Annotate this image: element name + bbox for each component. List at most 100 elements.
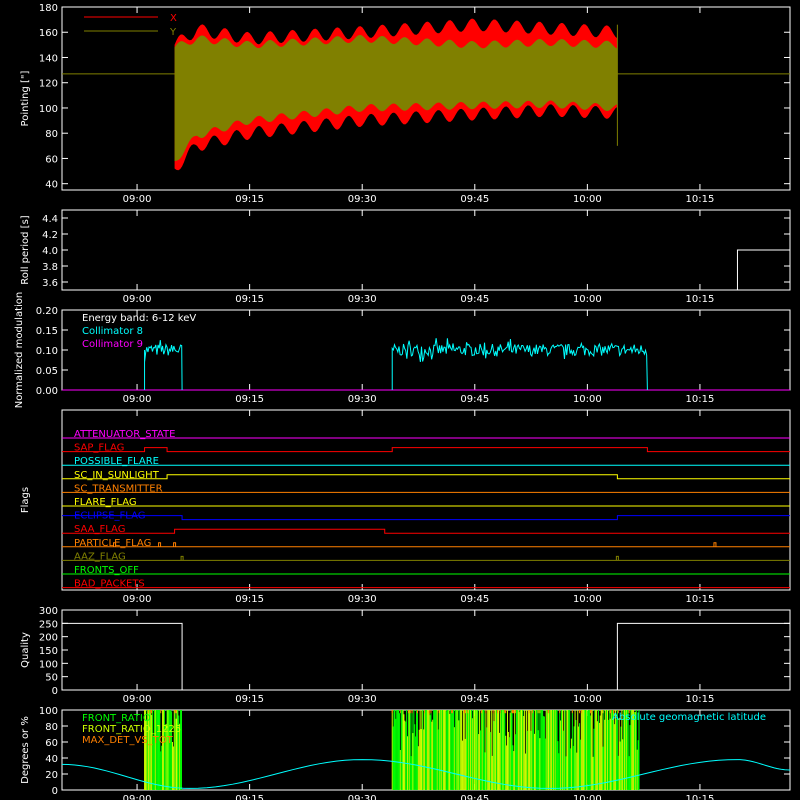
x-tick-label-quality: 09:30 <box>348 694 377 705</box>
x-tick-label-modulation: 09:30 <box>348 394 377 405</box>
x-tick-label-modulation: 09:45 <box>460 394 489 405</box>
x-tick-label-ratios: 09:30 <box>348 794 377 800</box>
y-tick-label-roll: 4.0 <box>42 246 58 257</box>
x-tick-label-pointing: 09:15 <box>235 194 264 205</box>
x-tick-label-ratios: 09:15 <box>235 794 264 800</box>
x-tick-label-quality: 09:00 <box>123 694 152 705</box>
flag-sap-flag-line <box>62 447 790 453</box>
x-tick-label-quality: 09:45 <box>460 694 489 705</box>
x-tick-label-pointing: 09:45 <box>460 194 489 205</box>
roll-period-line <box>736 249 790 290</box>
x-tick-label-ratios: 10:15 <box>686 794 715 800</box>
flag-possible-flare-label: POSSIBLE_FLARE <box>74 456 159 467</box>
y-tick-label-ratios: 80 <box>45 722 58 733</box>
y-tick-label-ratios: 0 <box>52 786 58 797</box>
x-tick-label-ratios: 10:00 <box>573 794 602 800</box>
flag-sc-transmitter-label: SC_TRANSMITTER <box>74 483 163 494</box>
energy-band-annotation: Energy band: 6-12 keV <box>82 313 196 324</box>
x-tick-label-flags: 09:15 <box>235 594 264 605</box>
flag-aaz-flag-spike <box>180 555 184 561</box>
x-tick-label-roll: 09:15 <box>235 294 264 305</box>
y-axis-label-flags: Flags <box>20 487 31 513</box>
x-tick-label-modulation: 10:15 <box>686 394 715 405</box>
y-tick-label-ratios: 100 <box>39 706 58 717</box>
flag-fronts-off-label: FRONTS_OFF <box>74 565 139 576</box>
y-axis-label-ratios: Degrees or % <box>20 716 31 784</box>
x-tick-label-roll: 09:00 <box>123 294 152 305</box>
x-tick-label-modulation: 09:00 <box>123 394 152 405</box>
y-tick-label-modulation: 0.20 <box>36 306 58 317</box>
y-axis-label-modulation: Normalized modulation <box>14 292 25 409</box>
flag-particle-flag-spike <box>713 542 717 547</box>
x-tick-label-flags: 09:45 <box>460 594 489 605</box>
x-tick-label-pointing: 10:00 <box>573 194 602 205</box>
y-axis-label-pointing: Pointing ["] <box>20 70 31 126</box>
flag-particle-flag-spike <box>173 542 177 547</box>
geomagnetic-latitude-label: Absolute geomagnetic latitude <box>612 712 766 723</box>
y-tick-label-roll: 4.4 <box>42 214 58 225</box>
panel-frame-roll <box>61 209 791 291</box>
y-tick-label-pointing: 40 <box>45 180 58 191</box>
collimator-8-segment <box>391 338 648 391</box>
y-tick-label-quality: 200 <box>39 633 58 644</box>
x-tick-label-roll: 10:15 <box>686 294 715 305</box>
x-tick-label-modulation: 10:00 <box>573 394 602 405</box>
x-tick-label-flags: 09:30 <box>348 594 377 605</box>
x-tick-label-ratios: 09:00 <box>123 794 152 800</box>
flag-particle-flag-spike <box>158 542 162 547</box>
flag-eclipse-flag-line <box>62 515 790 521</box>
legend-max-det-vs-tot: MAX_DET_VS_TOT <box>82 735 174 746</box>
y-tick-label-quality: 100 <box>39 659 58 670</box>
y-tick-label-ratios: 60 <box>45 738 58 749</box>
x-tick-label-pointing: 10:15 <box>686 194 715 205</box>
y-tick-label-roll: 3.8 <box>42 262 58 273</box>
y-tick-label-pointing: 140 <box>39 53 58 64</box>
y-tick-label-pointing: 80 <box>45 129 58 140</box>
y-tick-label-modulation: 0.15 <box>36 326 58 337</box>
y-tick-label-pointing: 120 <box>39 79 58 90</box>
legend-front-ratio-1225: FRONT_RATIO_1225 <box>82 724 181 735</box>
flag-aaz-flag-spike <box>615 555 619 561</box>
y-tick-label-modulation: 0.10 <box>36 346 58 357</box>
y-tick-label-pointing: 180 <box>39 3 58 14</box>
x-tick-label-roll: 09:45 <box>460 294 489 305</box>
x-tick-label-quality: 10:00 <box>573 694 602 705</box>
panel-frame-quality <box>61 609 791 691</box>
y-tick-label-pointing: 160 <box>39 28 58 39</box>
x-tick-label-pointing: 09:30 <box>348 194 377 205</box>
y-tick-label-quality: 250 <box>39 619 58 630</box>
flag-saa-flag-line <box>62 528 790 534</box>
y-tick-label-quality: 300 <box>39 606 58 617</box>
flag-sap-flag-label: SAP_FLAG <box>74 443 124 454</box>
legend-label-x: X <box>170 13 177 24</box>
x-tick-label-flags: 10:00 <box>573 594 602 605</box>
y-axis-label-quality: Quality <box>20 632 31 668</box>
legend-collimator-8: Collimator 8 <box>82 326 143 337</box>
y-tick-label-quality: 0 <box>52 686 58 697</box>
y-tick-label-pointing: 60 <box>45 154 58 165</box>
x-tick-label-quality: 09:15 <box>235 694 264 705</box>
legend-front-ratio: FRONT_RATIO <box>82 713 151 724</box>
flag-sc-in-sunlight-line <box>62 474 790 480</box>
x-tick-label-roll: 09:30 <box>348 294 377 305</box>
x-tick-label-ratios: 09:45 <box>460 794 489 800</box>
flag-bad-packets-label: BAD_PACKETS <box>74 579 145 590</box>
y-tick-label-quality: 150 <box>39 646 58 657</box>
flag-eclipse-flag-label: ECLIPSE_FLAG <box>74 511 145 522</box>
flag-saa-flag-label: SAA_FLAG <box>74 524 125 535</box>
y-axis-label-roll: Roll period [s] <box>20 215 31 284</box>
flag-flare-flag-label: FLARE_FLAG <box>74 497 137 508</box>
legend-collimator-9: Collimator 9 <box>82 339 143 350</box>
y-tick-label-ratios: 20 <box>45 770 58 781</box>
y-tick-label-modulation: 0.05 <box>36 366 58 377</box>
y-tick-label-ratios: 40 <box>45 754 58 765</box>
quality-line <box>62 622 790 691</box>
y-tick-label-roll: 3.6 <box>42 278 58 289</box>
flag-aaz-flag-label: AAZ_FLAG <box>74 551 126 562</box>
y-tick-label-roll: 4.2 <box>42 230 58 241</box>
x-tick-label-flags: 09:00 <box>123 594 152 605</box>
legend-label-y: Y <box>169 27 177 38</box>
x-tick-label-modulation: 09:15 <box>235 394 264 405</box>
x-tick-label-flags: 10:15 <box>686 594 715 605</box>
y-tick-label-pointing: 100 <box>39 104 58 115</box>
